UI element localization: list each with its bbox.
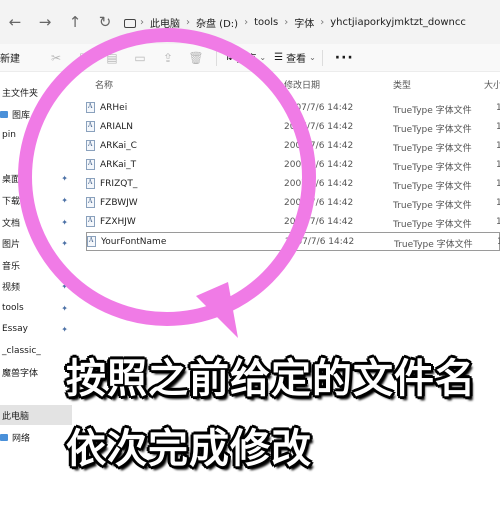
ring-tail-shape bbox=[196, 282, 238, 338]
caption-line-2: 依次完成修改 bbox=[66, 426, 312, 472]
caption-line-1: 按照之前给定的文件名 bbox=[66, 356, 476, 402]
